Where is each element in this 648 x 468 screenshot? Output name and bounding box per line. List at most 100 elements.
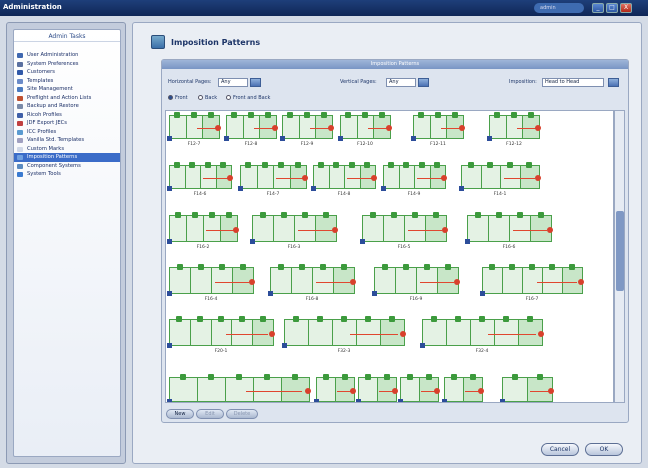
task-icon (17, 53, 23, 58)
sidebar-item[interactable]: Imposition Patterns (14, 153, 120, 162)
pattern-thumbnail[interactable] (500, 374, 554, 402)
pattern-thumbnail[interactable] (372, 264, 460, 296)
task-icon (17, 155, 23, 160)
edit-button[interactable]: Edit (196, 409, 224, 419)
sidebar-item-label: Vanilla Std. Templates (27, 137, 85, 143)
sidebar-item[interactable]: System Tools (14, 170, 120, 179)
imposition-select[interactable]: Head to Head (542, 78, 604, 87)
imposition-label: Imposition: (509, 79, 537, 85)
pattern-label: F14-8 (337, 192, 351, 197)
sidebar-item-label: Ricoh Profiles (27, 111, 62, 118)
sidebar-item[interactable]: System Preferences (14, 60, 120, 69)
admin-tasks-list: User Administration System Preferences Cus… (14, 42, 120, 179)
sidebar-item-label: System Preferences (27, 60, 79, 67)
cancel-button[interactable]: Cancel (541, 443, 579, 456)
vertical-pages-select[interactable]: Any (386, 78, 416, 87)
pattern-thumbnail[interactable] (311, 162, 377, 191)
pattern-thumbnail[interactable] (282, 316, 406, 348)
task-icon (17, 121, 23, 126)
pattern-label: F16-8 (305, 297, 319, 302)
pattern-thumbnail[interactable] (356, 374, 398, 402)
minimize-icon[interactable]: _ (592, 3, 604, 13)
delete-button[interactable]: Delete (226, 409, 258, 419)
task-icon (17, 172, 23, 177)
task-icon (17, 112, 23, 118)
pattern-thumbnail[interactable] (224, 112, 278, 141)
pattern-label: F20-1 (214, 349, 228, 354)
pattern-thumbnail[interactable] (398, 374, 440, 402)
pattern-thumbnail[interactable] (280, 112, 334, 141)
pattern-thumbnail[interactable] (338, 112, 392, 141)
sidebar-item[interactable]: Custom Marks (14, 145, 120, 154)
pattern-label: F16-9 (409, 297, 423, 302)
radio-back[interactable]: Back (198, 95, 217, 101)
pattern-thumbnail[interactable] (167, 112, 221, 141)
scrollbar-thumb[interactable] (616, 211, 624, 291)
pattern-thumbnail[interactable] (314, 374, 356, 402)
pattern-thumbnail[interactable] (442, 374, 484, 402)
pattern-label: F16-2 (196, 245, 210, 250)
sidebar-item[interactable]: Preflight and Action Lists (14, 94, 120, 103)
pattern-thumbnail[interactable] (480, 264, 584, 296)
pattern-label: F12-12 (506, 142, 522, 147)
sidebar-item[interactable]: ICC Profiles (14, 128, 120, 137)
sidebar-item[interactable]: JDF Export JECs (14, 119, 120, 128)
task-icon (17, 70, 23, 75)
sidebar-item-label: ICC Profiles (27, 128, 57, 135)
pattern-thumbnail[interactable] (381, 162, 447, 191)
task-icon (17, 95, 23, 101)
sidebar-item[interactable]: Component Systems (14, 162, 120, 171)
sidebar-item-label: Imposition Patterns (27, 154, 78, 160)
sidebar-item-label: User Administration (27, 52, 79, 58)
pattern-label: F14-1 (493, 192, 507, 197)
user-menu[interactable]: admin (534, 3, 584, 13)
pattern-thumbnail[interactable] (238, 162, 308, 191)
pattern-label: F14-6 (193, 192, 207, 197)
pattern-thumbnail[interactable] (420, 316, 544, 348)
horizontal-dropdown-icon[interactable] (250, 78, 261, 87)
sidebar-item[interactable]: Templates (14, 77, 120, 86)
imposition-dropdown-icon[interactable] (608, 78, 619, 87)
task-icon (17, 163, 23, 169)
sidebar-item[interactable]: Vanilla Std. Templates (14, 136, 120, 145)
maximize-icon[interactable]: □ (606, 3, 618, 13)
pattern-label: F14-7 (266, 192, 280, 197)
sidebar-item-label: System Tools (27, 171, 61, 177)
pattern-thumbnail[interactable] (360, 212, 448, 244)
pattern-thumbnail[interactable] (167, 162, 233, 191)
vertical-scrollbar[interactable] (614, 110, 625, 403)
panel-header: Imposition Patterns (162, 60, 628, 69)
new-button[interactable]: New (166, 409, 194, 419)
title-bar: Administration admin _ □ X (0, 0, 648, 16)
close-icon[interactable]: X (620, 3, 632, 13)
horizontal-pages-select[interactable]: Any (218, 78, 248, 87)
horizontal-pages-label: Horizontal Pages: (168, 79, 212, 85)
sidebar-item-label: Templates (27, 77, 54, 84)
sidebar-item-label: Customers (27, 69, 55, 75)
pattern-label: F16-6 (502, 245, 516, 250)
sidebar-item[interactable]: Customers (14, 68, 120, 77)
pattern-thumbnail[interactable] (268, 264, 356, 296)
pattern-thumbnail[interactable] (167, 264, 255, 296)
radio-front-and-back[interactable]: Front and Back (226, 95, 270, 101)
pattern-thumbnail[interactable] (167, 212, 239, 244)
pattern-thumbnail[interactable] (465, 212, 553, 244)
pattern-thumbnail[interactable] (250, 212, 338, 244)
pattern-label: F12-10 (357, 142, 373, 147)
page-title: Imposition Patterns (171, 38, 261, 47)
ok-button[interactable]: OK (585, 443, 623, 456)
sidebar-item[interactable]: Site Management (14, 85, 120, 94)
radio-front[interactable]: Front (168, 95, 188, 101)
pattern-thumbnail[interactable] (167, 374, 311, 402)
pattern-thumbnail[interactable] (411, 112, 465, 141)
main-pane: Imposition Patterns Imposition Patterns … (132, 22, 642, 464)
pattern-thumbnail[interactable] (459, 162, 541, 191)
pattern-thumbnail[interactable] (487, 112, 541, 141)
sidebar-item[interactable]: Backup and Restore (14, 102, 120, 111)
imposition-panel: Imposition Patterns Horizontal Pages: An… (161, 59, 629, 423)
sidebar-item[interactable]: Ricoh Profiles (14, 111, 120, 120)
pattern-thumbnail[interactable] (167, 316, 275, 348)
task-icon (17, 61, 23, 67)
vertical-dropdown-icon[interactable] (418, 78, 429, 87)
sidebar-item[interactable]: User Administration (14, 51, 120, 60)
